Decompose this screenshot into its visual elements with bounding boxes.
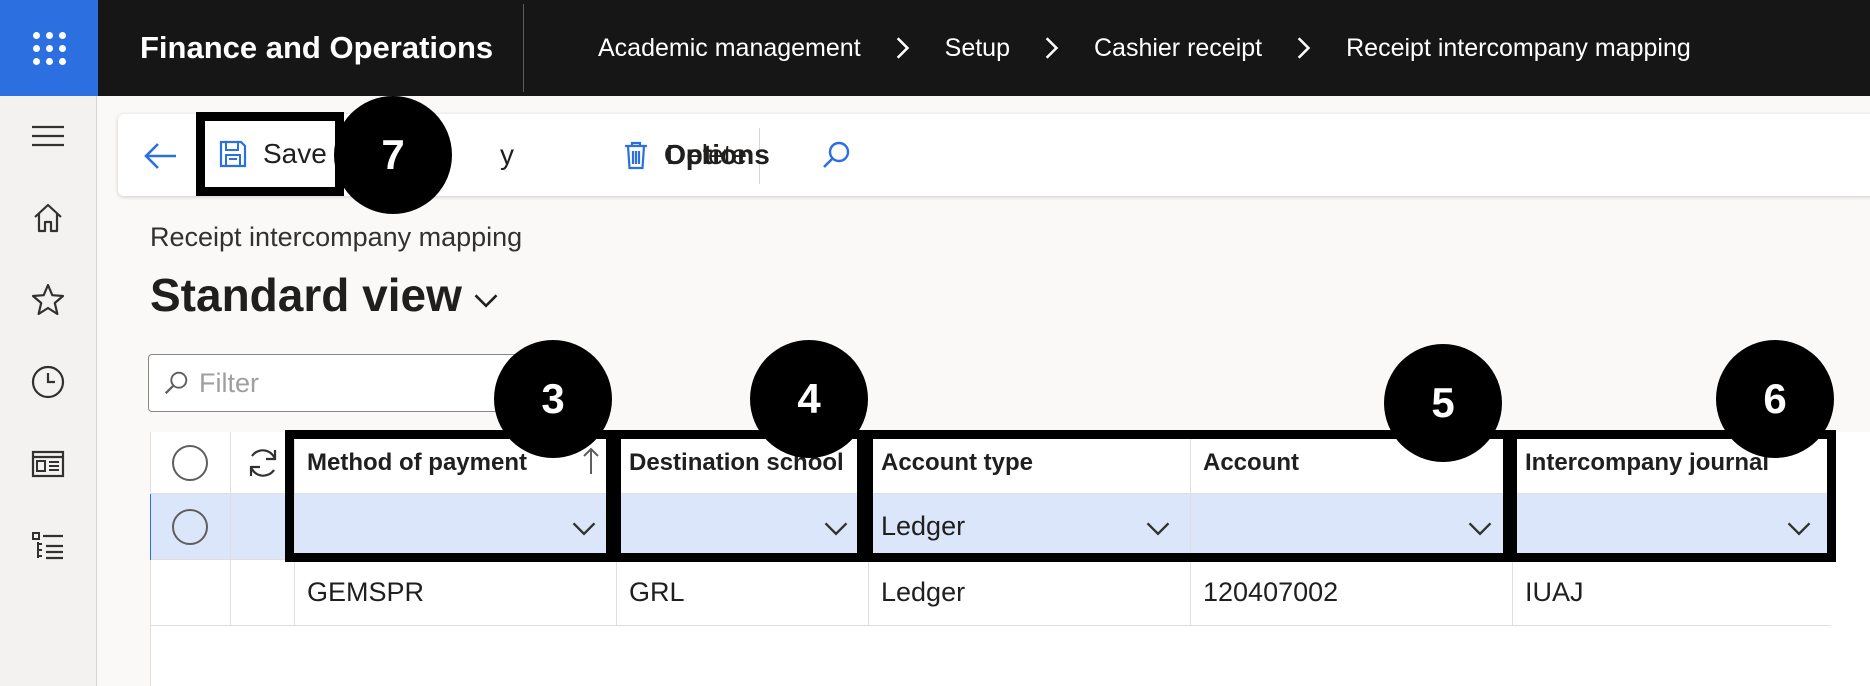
column-header-label: Account [1203,448,1299,476]
select-all-radio[interactable] [172,444,208,481]
back-arrow-icon[interactable] [140,136,180,176]
cell-value: GEMSPR [307,577,425,607]
chevron-right-icon [1297,37,1311,59]
cell-value: 120407002 [1203,577,1339,607]
chevron-down-icon[interactable] [822,514,850,542]
page-title: Standard view [150,269,462,321]
breadcrumb: Academic management Setup Cashier receip… [598,0,1691,96]
navigation-rail [0,96,97,686]
search-icon [823,141,850,168]
filter-input[interactable] [199,367,499,399]
breadcrumb-item-setup[interactable]: Setup [945,34,1010,63]
app-launcher-icon [32,31,66,65]
sort-up-icon [583,447,599,474]
column-header-label: Intercompany journal [1525,448,1770,476]
intercompany-journal-cell[interactable]: IUAJ [1513,560,1831,625]
row-select-cell [151,560,231,625]
cell-value: GRL [629,577,685,607]
breadcrumb-item-cashier-receipt[interactable]: Cashier receipt [1094,34,1262,63]
account-cell[interactable]: 120407002 [1191,560,1513,625]
clock-icon[interactable] [30,364,66,400]
hamburger-icon[interactable] [30,118,66,154]
chevron-down-icon[interactable] [1466,514,1494,542]
save-button-label: Save [263,138,327,169]
trash-icon [625,141,647,170]
refresh-icon[interactable] [245,445,281,481]
cell-value: IUAJ [1525,577,1584,607]
chevron-right-icon [1045,37,1059,59]
modules-list-icon[interactable] [30,528,66,564]
destination-school-cell[interactable]: GRL [617,560,869,625]
save-icon [219,140,247,168]
method-of-payment-cell[interactable]: GEMSPR [295,560,617,625]
data-grid: Method of payment Destination school Acc… [150,432,1870,686]
app-title[interactable]: Finance and Operations [140,0,493,96]
app-launcher-button[interactable] [0,0,98,96]
method-of-payment-field[interactable] [295,494,617,559]
view-selector[interactable]: Standard view [150,268,500,322]
account-type-cell[interactable]: Ledger [869,560,1191,625]
select-all-cell [151,432,231,493]
grid-header-row: Method of payment Destination school Acc… [151,432,1831,494]
chevron-down-icon[interactable] [1144,514,1172,542]
chevron-down-icon[interactable] [570,514,598,542]
callout-badge: 5 [1384,344,1502,462]
filter-search-icon [164,371,188,395]
cell-value: Ledger [881,511,966,541]
search-button[interactable] [820,114,866,196]
breadcrumb-item-academic-management[interactable]: Academic management [598,34,861,63]
top-navigation-bar: Finance and Operations Academic manageme… [0,0,1870,96]
top-bar-divider [523,4,524,92]
account-field[interactable] [1191,494,1513,559]
options-button-label: Options [664,139,770,170]
save-button[interactable]: Save [196,112,344,196]
options-button[interactable]: Options [664,114,770,196]
column-header-label: Account type [881,448,1034,476]
destination-school-field[interactable] [617,494,869,559]
row-select-cell [151,494,231,559]
callout-badge: 4 [750,340,868,458]
account-type-field[interactable]: Ledger [869,494,1191,559]
star-icon[interactable] [30,282,66,318]
column-header-label: Method of payment [307,448,527,476]
row-select-radio[interactable] [172,508,208,545]
table-row[interactable]: Ledger [151,494,1831,560]
chevron-right-icon [896,37,909,59]
chevron-down-icon[interactable] [1785,514,1813,542]
intercompany-journal-field[interactable] [1513,494,1831,559]
column-header-account-type[interactable]: Account type [869,432,1191,493]
row-spacer-cell [231,560,295,625]
cell-value: Ledger [881,577,966,607]
callout-badge: 6 [1716,340,1834,458]
table-row[interactable]: GEMSPR GRL Ledger 120407002 IUAJ [151,560,1831,626]
filter-box [148,354,528,412]
callout-badge: 3 [494,340,612,458]
breadcrumb-item-receipt-intercompany-mapping[interactable]: Receipt intercompany mapping [1346,34,1691,63]
row-spacer-cell [231,494,295,559]
callout-badge: 7 [334,96,452,214]
workspace-icon[interactable] [30,446,66,482]
home-icon[interactable] [30,200,66,236]
page-caption: Receipt intercompany mapping [150,222,523,252]
chevron-down-icon [474,294,498,308]
refresh-cell [231,432,295,493]
